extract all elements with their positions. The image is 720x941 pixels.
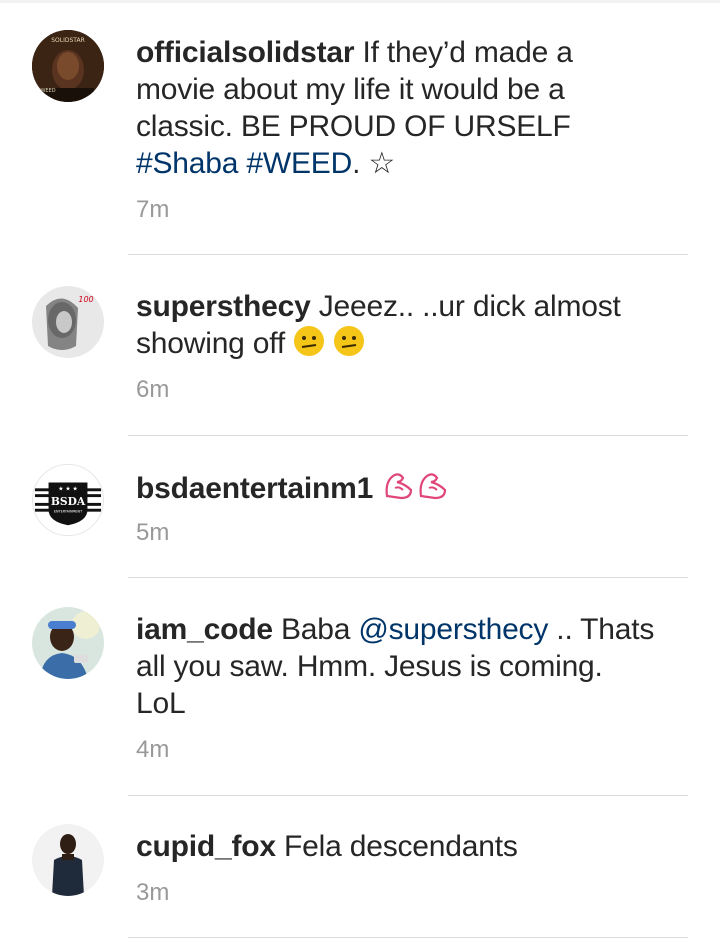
svg-text:BSDA: BSDA [51,495,86,508]
top-edge-rule [0,0,720,3]
avatar[interactable]: 100 [32,286,104,358]
avatar[interactable] [32,607,104,679]
svg-text:100: 100 [78,295,93,304]
comment-text: officialsolidstar If they’d made a movie… [136,34,656,182]
avatar-image [32,607,104,679]
comment-text: supersthecy Jeeez.. ..ur dick almost sho… [136,288,656,366]
bsda-logo-icon: ★ ★ ★ BSDA ENTERTAINMENT [33,465,103,535]
avatar-image: 100 [32,286,104,358]
avatar-image [32,824,104,896]
comment-body: Fela descendants [275,830,518,863]
divider [128,254,688,255]
comment-body: Baba [272,613,359,646]
comment-timestamp: 3m [136,879,170,906]
hashtag-link[interactable]: #WEED [246,147,352,180]
comment-timestamp: 7m [136,196,170,223]
divider [128,435,688,436]
hashtag-link[interactable]: #Shaba [136,147,238,180]
avatar-image: SOLIDSTAR WEED [32,30,104,102]
avatar[interactable] [32,824,104,896]
comment-timestamp: 5m [136,519,170,546]
comment-text: iam_code Baba @supersthecy .. Thats all … [136,611,656,722]
divider [128,577,688,578]
comment-text: bsdaentertainm1 [136,468,656,511]
comment-username[interactable]: cupid_fox [136,830,276,863]
svg-text:SOLIDSTAR: SOLIDSTAR [51,37,85,44]
confused-face-emoji [293,325,369,366]
flexed-biceps-emoji [381,468,453,511]
svg-text:★ ★ ★: ★ ★ ★ [58,485,77,492]
mention-link[interactable]: @supersthecy [358,613,548,646]
divider [128,795,688,796]
svg-text:WEED: WEED [40,88,55,94]
comment-text: cupid_fox Fela descendants [136,828,656,865]
comment-username[interactable]: officialsolidstar [136,36,355,69]
avatar[interactable]: ★ ★ ★ BSDA ENTERTAINMENT [32,464,104,536]
comment-timestamp: 6m [136,376,170,403]
comment-username[interactable]: iam_code [136,613,273,646]
comment-body-end: . ☆ [352,147,396,180]
comment-username[interactable]: bsdaentertainm1 [136,472,373,505]
avatar[interactable]: SOLIDSTAR WEED [32,30,104,102]
comment-username[interactable]: supersthecy [136,290,311,323]
comment-body [373,472,381,505]
svg-text:ENTERTAINMENT: ENTERTAINMENT [54,510,83,514]
divider [128,937,688,938]
comment-timestamp: 4m [136,736,170,763]
